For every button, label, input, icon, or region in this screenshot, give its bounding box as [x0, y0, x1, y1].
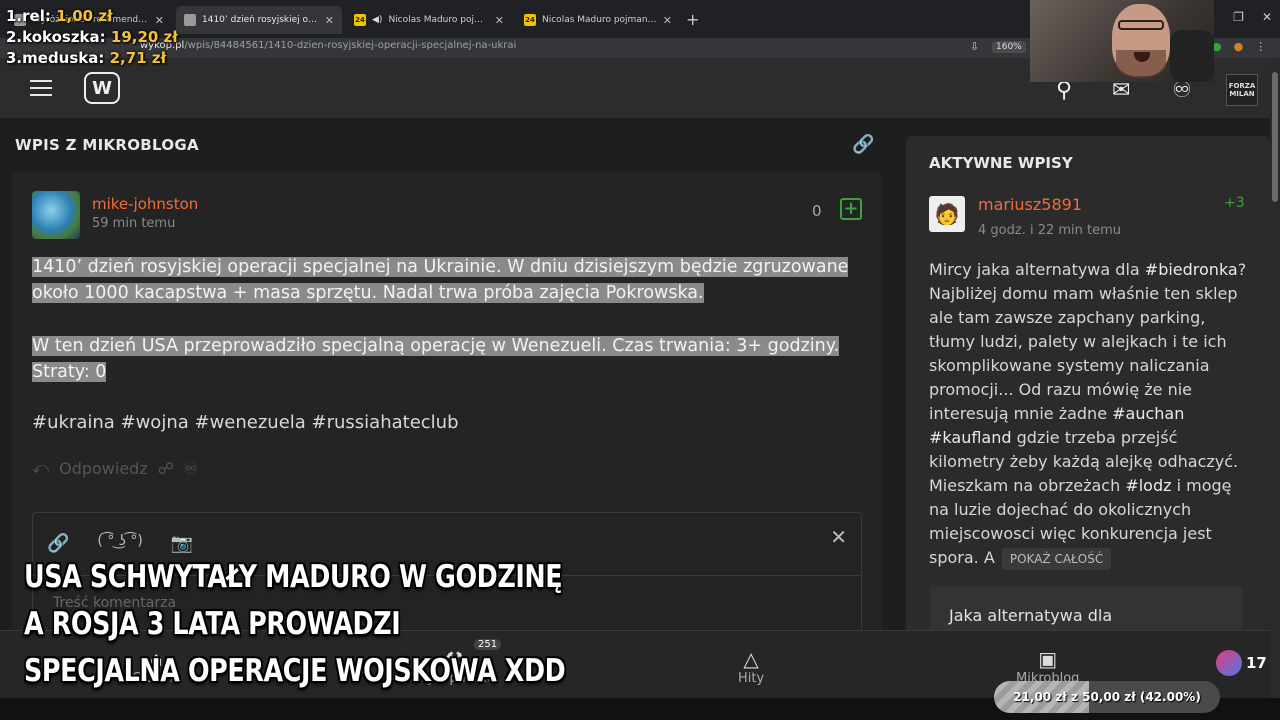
hashtag-link[interactable]: #kaufland	[929, 428, 1012, 447]
link-icon[interactable]: 🔗	[47, 533, 69, 554]
news24-favicon-icon: 24	[354, 14, 366, 26]
entry-body: Mircy jaka alternatywa dla #biedronka? N…	[929, 258, 1247, 570]
reply-toolbar: 🔗 ( ͡° ͜ʖ ͡°) 📷	[47, 533, 193, 554]
link-icon[interactable]: 🔗	[852, 134, 874, 155]
hashtag-link[interactable]: #lodz	[1125, 476, 1171, 495]
speaker-icon: ◀)	[372, 15, 383, 25]
leaderboard-entry: 1.rel: 1,00 zł	[6, 7, 113, 25]
new-tab-icon[interactable]: +	[686, 10, 699, 29]
leaderboard-entry: 3.meduska: 2,71 zł	[6, 49, 167, 67]
hashtag-link[interactable]: #auchan	[1112, 404, 1184, 423]
post-hashtags[interactable]: #ukraina #wojna #wenezuela #russiahatecl…	[32, 412, 459, 433]
post-paragraph: W ten dzień USA przeprowadziło specjalną…	[32, 336, 840, 382]
share-icon[interactable]: ☍	[158, 459, 174, 478]
lenny-face-icon[interactable]: ( ͡° ͜ʖ ͡°)	[97, 533, 142, 554]
entry-author[interactable]: mariusz5891	[978, 195, 1082, 214]
donation-goal-bar: 21,00 zł z 50,00 zł (42.00%)	[994, 681, 1220, 713]
show-all-button[interactable]: POKAŻ CAŁOŚĆ	[1001, 548, 1112, 570]
extension-icons: ● ● ⋮	[1212, 40, 1266, 53]
wykop-favicon-icon	[184, 14, 196, 26]
user-avatar[interactable]: FORZA MILAN	[1226, 74, 1258, 106]
post-paragraph: 1410’ dzień rosyjskiej operacji specjaln…	[32, 257, 849, 303]
upvote-button[interactable]: +	[840, 198, 862, 220]
vote-count: 0	[812, 202, 822, 220]
flame-icon: △	[743, 647, 759, 671]
sidebar-title: AKTYWNE WPISY	[929, 154, 1073, 172]
donation-goal-text: 21,00 zł z 50,00 zł (42.00%)	[1013, 690, 1201, 704]
author-avatar[interactable]	[32, 191, 80, 239]
scrollbar-thumb[interactable]	[1272, 72, 1278, 202]
notification-counter[interactable]: 17	[1216, 650, 1267, 676]
scrollbar[interactable]	[1270, 58, 1280, 698]
browser-tab-active[interactable]: 1410’ dzień rosyjskiej operacji s ✕	[176, 6, 342, 34]
news24-favicon-icon: 24	[524, 14, 536, 26]
zoom-indicator[interactable]: 160%	[992, 41, 1026, 53]
close-tab-icon[interactable]: ✕	[325, 14, 334, 27]
entry-time[interactable]: 4 godz. i 22 min temu	[978, 223, 1121, 238]
nav-item-hity[interactable]: △ Hity	[738, 647, 764, 686]
close-window-icon[interactable]: ✕	[1262, 10, 1272, 24]
entry-avatar[interactable]: 🧑	[929, 196, 965, 232]
mikroblog-icon: ▣	[1038, 647, 1058, 671]
extension-icon[interactable]: ●	[1234, 40, 1244, 53]
section-title: WPIS Z MIKROBLOGA	[15, 136, 199, 154]
active-posts-sidebar: AKTYWNE WPISY 🧑 mariusz5891 4 godz. i 22…	[906, 136, 1270, 696]
close-icon[interactable]: ✕	[830, 525, 847, 549]
close-tab-icon[interactable]: ✕	[663, 14, 672, 27]
embed-title: Jaka alternatywa dla	[949, 606, 1113, 625]
restore-window-icon[interactable]: ❐	[1233, 10, 1244, 24]
window-controls: ❐ ✕	[1233, 10, 1272, 24]
webcam-feed	[1030, 0, 1214, 82]
camera-icon[interactable]: 📷	[171, 533, 193, 554]
reply-button[interactable]: Odpowiedz	[59, 459, 148, 478]
notify-bell-icon[interactable]: ♾	[184, 459, 198, 478]
close-tab-icon[interactable]: ✕	[495, 14, 504, 27]
donation-leaderboard: 1.rel: 1,00 zł 2.kokoszka: 19,20 zł 3.me…	[6, 6, 178, 69]
wykop-logo[interactable]: W	[84, 72, 120, 104]
url-text[interactable]: wykop.pl/wpis/84484561/1410-dzien-rosyjs…	[140, 40, 516, 51]
stream-caption: USA SCHWYTAŁY MADURO W GODZINĘ A ROSJA 3…	[24, 559, 566, 689]
post-actions: ⤺ Odpowiedz ☍ ♾	[32, 458, 198, 478]
leaderboard-entry: 2.kokoszka: 19,20 zł	[6, 28, 178, 46]
menu-dots-icon[interactable]: ⋮	[1255, 40, 1266, 53]
post-time[interactable]: 59 min temu	[92, 216, 175, 231]
reply-icon[interactable]: ⤺	[32, 458, 49, 478]
browser-tab[interactable]: 24 Nicolas Maduro pojmany. Dona ✕	[516, 6, 680, 34]
menu-icon[interactable]	[30, 80, 52, 101]
post-author[interactable]: mike-johnston	[92, 195, 198, 213]
browser-tab[interactable]: 24 ◀) Nicolas Maduro pojmany. D ✕	[346, 6, 512, 34]
install-app-icon[interactable]: ⇩	[970, 40, 979, 53]
hashtag-link[interactable]: #biedronka	[1145, 260, 1238, 279]
notification-avatar-icon	[1216, 650, 1242, 676]
entry-score: +3	[1224, 195, 1245, 211]
screen: Wyróżnione i rekomendowane treś ✕ 1410’ …	[0, 0, 1280, 720]
